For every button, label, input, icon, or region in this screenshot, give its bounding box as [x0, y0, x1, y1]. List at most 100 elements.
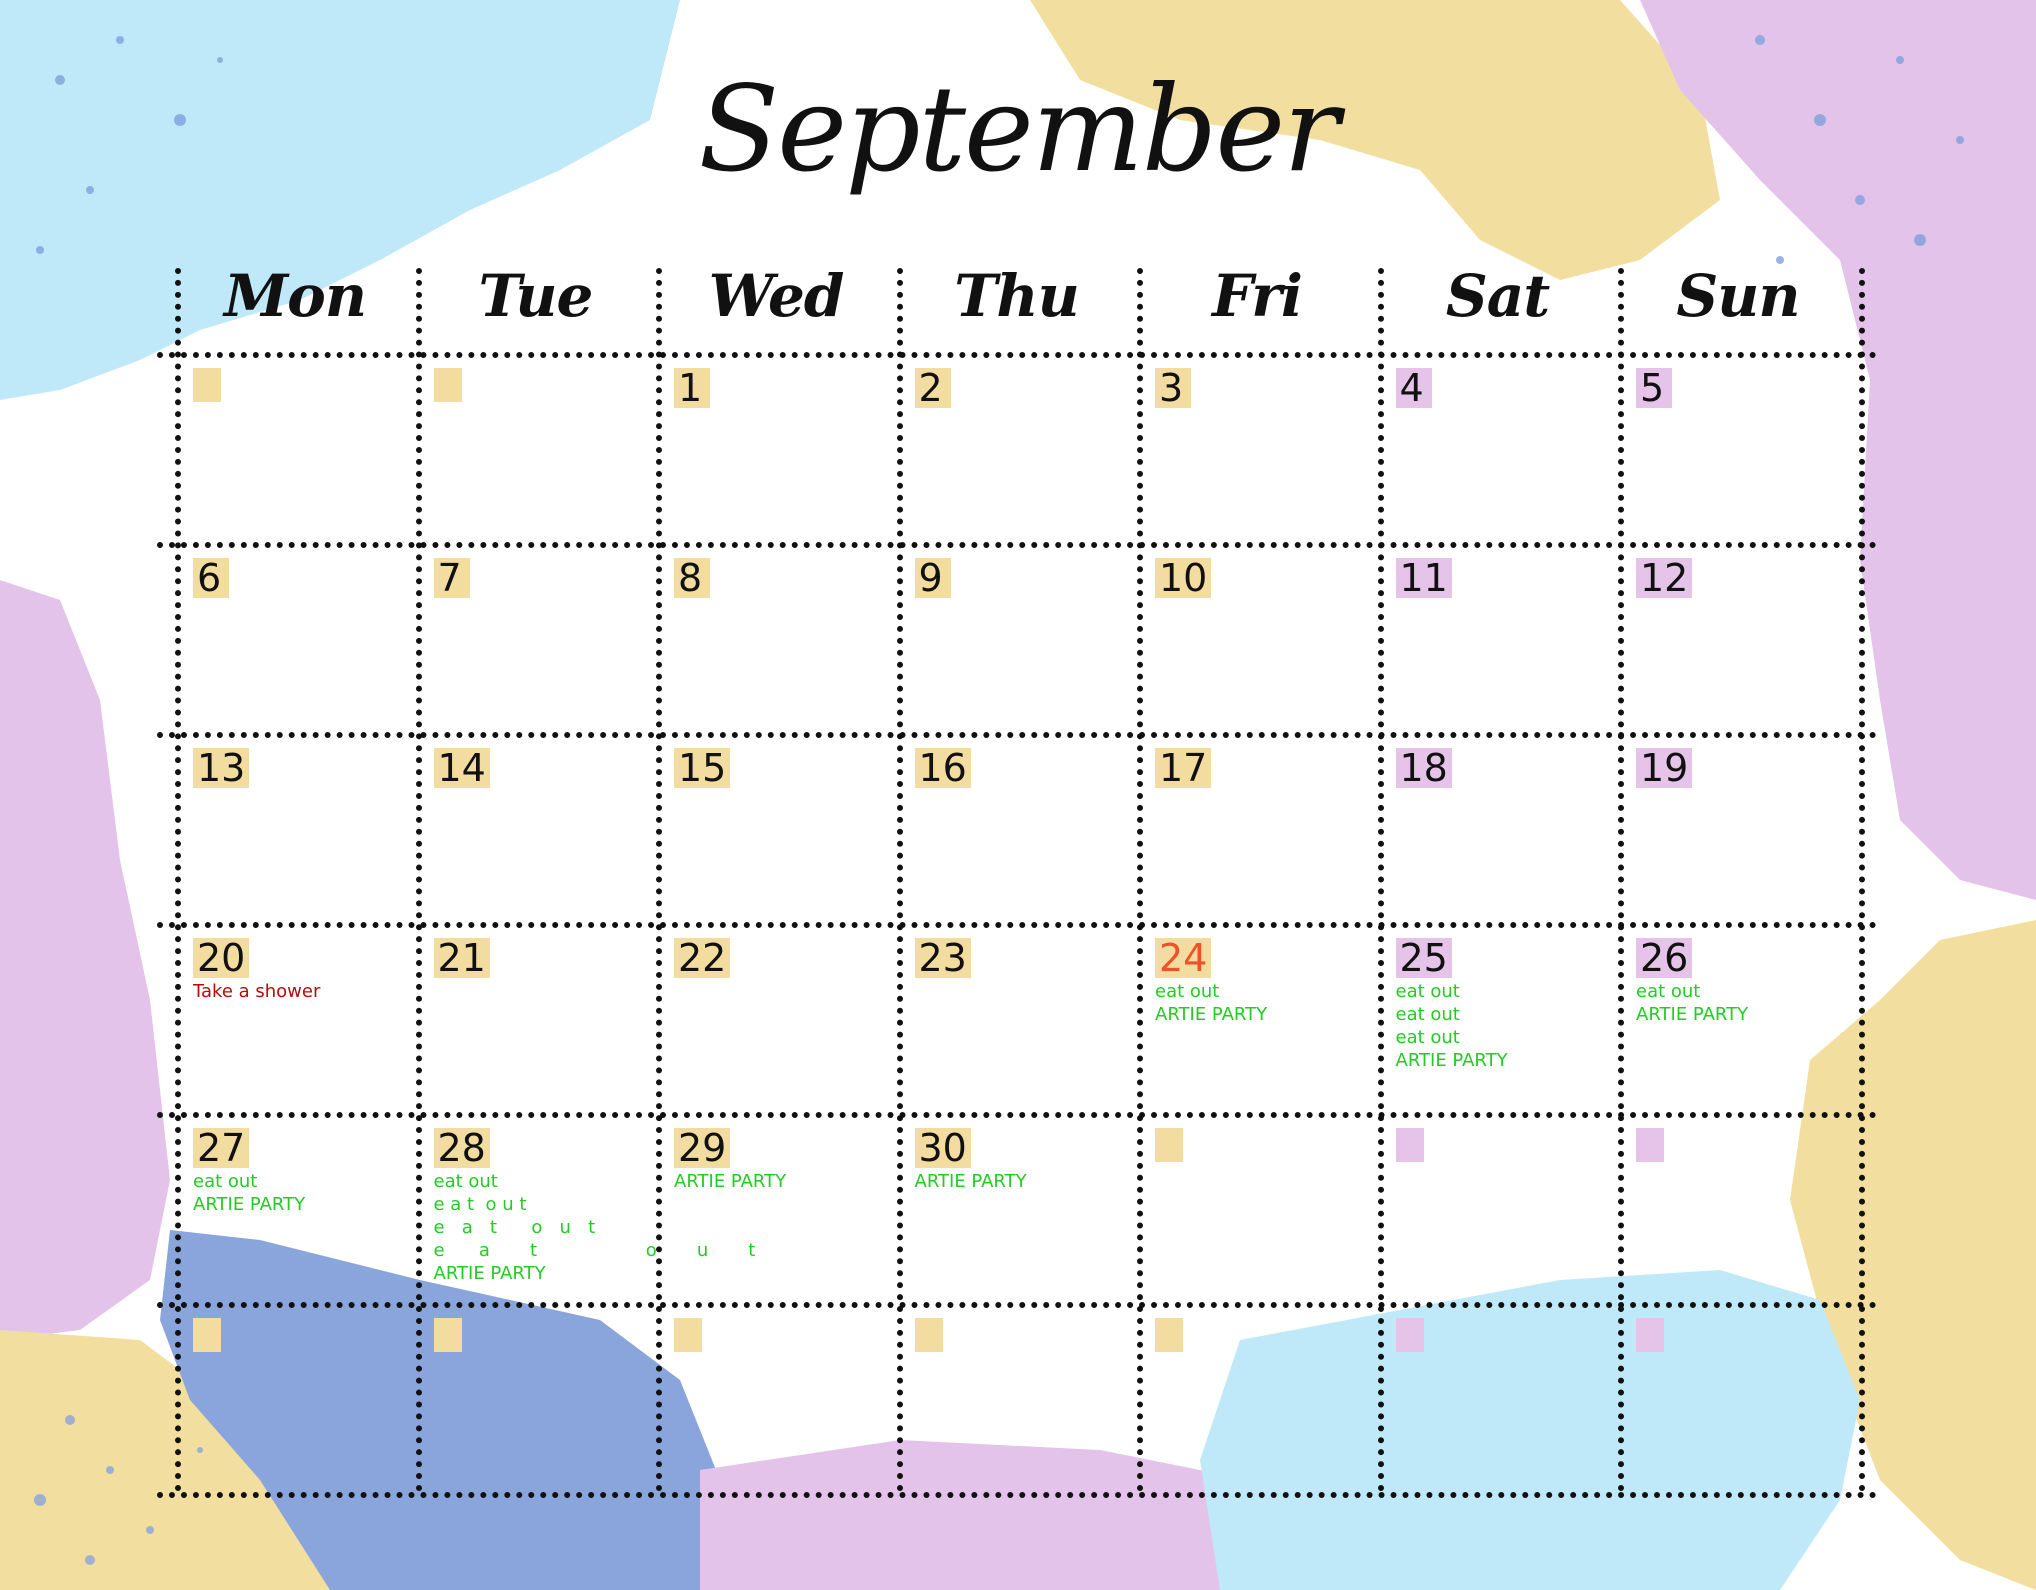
day-cell-23[interactable]: 23	[901, 926, 1141, 1116]
day-cell-10[interactable]: 10	[1141, 546, 1381, 736]
day-cell-25[interactable]: 25 eat out eat out eat out ARTIE PARTY	[1382, 926, 1622, 1116]
calendar-event[interactable]: eat out	[1396, 1026, 1620, 1049]
calendar-event[interactable]: Take a shower	[193, 980, 417, 1003]
day-cell-29[interactable]: 29 ARTIE PARTY	[660, 1116, 900, 1306]
day-cell-empty[interactable]	[1382, 1116, 1622, 1306]
day-cell-6[interactable]: 6	[179, 546, 419, 736]
day-number: 23	[914, 938, 971, 978]
day-number: 14	[433, 748, 490, 788]
day-number: 20	[193, 938, 250, 978]
day-cell-empty[interactable]	[1141, 1306, 1381, 1496]
day-number: 13	[193, 748, 250, 788]
day-number: 28	[433, 1128, 490, 1168]
calendar-event[interactable]: ARTIE PARTY	[434, 1262, 658, 1285]
day-cell-14[interactable]: 14	[420, 736, 660, 926]
event-list: Take a shower	[193, 980, 417, 1003]
calendar-event[interactable]: eat out	[1636, 980, 1860, 1003]
day-cell-3[interactable]: 3	[1141, 356, 1381, 546]
day-cell-empty[interactable]	[901, 1306, 1141, 1496]
calendar-event[interactable]: e a t o u t	[434, 1216, 658, 1239]
calendar-event[interactable]: eat out	[193, 1170, 417, 1193]
day-number-placeholder	[193, 1318, 221, 1352]
calendar-event[interactable]: ARTIE PARTY	[1396, 1049, 1620, 1072]
day-number: 27	[193, 1128, 250, 1168]
month-title: September	[698, 60, 1339, 198]
day-number-placeholder	[1395, 1318, 1424, 1352]
day-number-placeholder	[1636, 1128, 1664, 1162]
day-number-placeholder	[1636, 1318, 1664, 1352]
day-cell-empty[interactable]	[420, 1306, 660, 1496]
weekday-header-tue: Tue	[478, 262, 594, 330]
day-cell-empty[interactable]	[179, 1306, 419, 1496]
calendar-event[interactable]: eat out	[1155, 980, 1379, 1003]
calendar-event[interactable]: e a t o u t	[434, 1239, 756, 1262]
day-number: 26	[1636, 938, 1693, 978]
day-cell-9[interactable]: 9	[901, 546, 1141, 736]
day-number: 16	[914, 748, 971, 788]
day-cell-1[interactable]: 1	[660, 356, 900, 546]
weekday-header-mon: Mon	[223, 262, 367, 330]
day-number: 21	[433, 938, 490, 978]
day-number: 6	[193, 558, 229, 598]
day-cell-7[interactable]: 7	[420, 546, 660, 736]
day-cell-26[interactable]: 26 eat out ARTIE PARTY	[1622, 926, 1862, 1116]
day-number: 30	[914, 1128, 971, 1168]
day-number: 25	[1395, 938, 1452, 978]
day-cell-19[interactable]: 19	[1622, 736, 1862, 926]
day-cell-13[interactable]: 13	[179, 736, 419, 926]
day-cell-22[interactable]: 22	[660, 926, 900, 1116]
day-cell-16[interactable]: 16	[901, 736, 1141, 926]
day-cell-18[interactable]: 18	[1382, 736, 1622, 926]
day-number: 9	[914, 558, 951, 598]
calendar-event[interactable]: ARTIE PARTY	[674, 1170, 898, 1193]
event-list: ARTIE PARTY	[915, 1170, 1139, 1193]
day-number: 7	[433, 558, 470, 598]
day-cell-28[interactable]: 28 eat out e a t o u te a t o u te a t o u…	[420, 1116, 756, 1306]
day-cell-empty[interactable]	[660, 1306, 900, 1496]
day-cell-12[interactable]: 12	[1622, 546, 1862, 736]
day-cell-11[interactable]: 11	[1382, 546, 1622, 736]
day-cell-empty[interactable]	[1382, 1306, 1622, 1496]
calendar-event[interactable]: e a t o u t	[434, 1193, 658, 1216]
day-number: 10	[1155, 558, 1212, 598]
day-cell-17[interactable]: 17	[1141, 736, 1381, 926]
day-number: 2	[914, 368, 951, 408]
day-number-placeholder	[674, 1318, 702, 1352]
day-cell-20[interactable]: 20 Take a shower	[179, 926, 419, 1116]
day-cell-27[interactable]: 27 eat out ARTIE PARTY	[179, 1116, 419, 1306]
calendar-event[interactable]: ARTIE PARTY	[1636, 1003, 1860, 1026]
day-cell-24[interactable]: 24 eat out ARTIE PARTY	[1141, 926, 1381, 1116]
day-cell-2[interactable]: 2	[901, 356, 1141, 546]
weekday-header-fri: Fri	[1212, 262, 1303, 330]
day-cell-empty[interactable]	[1622, 1116, 1862, 1306]
calendar-event[interactable]: ARTIE PARTY	[1155, 1003, 1379, 1026]
calendar-event[interactable]: eat out	[1396, 980, 1620, 1003]
day-number-placeholder	[1395, 1128, 1424, 1162]
weekday-header-wed: Wed	[708, 262, 845, 330]
weekday-header-thu: Thu	[954, 262, 1080, 330]
day-cell-15[interactable]: 15	[660, 736, 900, 926]
day-number-placeholder	[914, 1318, 943, 1352]
event-list: eat out ARTIE PARTY	[193, 1170, 417, 1216]
event-list: eat out ARTIE PARTY	[1155, 980, 1379, 1026]
day-cell-empty[interactable]	[1622, 1306, 1862, 1496]
day-cell-empty[interactable]	[179, 356, 419, 546]
calendar-event[interactable]: ARTIE PARTY	[193, 1193, 417, 1216]
day-cell-4[interactable]: 4	[1382, 356, 1622, 546]
day-cell-5[interactable]: 5	[1622, 356, 1862, 546]
day-number-placeholder	[193, 368, 221, 402]
calendar-event[interactable]: eat out	[434, 1170, 658, 1193]
calendar-event[interactable]: ARTIE PARTY	[915, 1170, 1139, 1193]
day-cell-8[interactable]: 8	[660, 546, 900, 736]
day-number: 5	[1636, 368, 1672, 408]
day-number-placeholder	[1155, 1318, 1183, 1352]
day-cell-30[interactable]: 30 ARTIE PARTY	[901, 1116, 1141, 1306]
day-number: 3	[1155, 368, 1191, 408]
day-cell-empty[interactable]	[1141, 1116, 1381, 1306]
day-number: 17	[1155, 748, 1212, 788]
day-cell-21[interactable]: 21	[420, 926, 660, 1116]
calendar-event[interactable]: eat out	[1396, 1003, 1620, 1026]
day-cell-empty[interactable]	[420, 356, 660, 546]
day-number: 19	[1636, 748, 1693, 788]
day-number: 4	[1395, 368, 1432, 408]
